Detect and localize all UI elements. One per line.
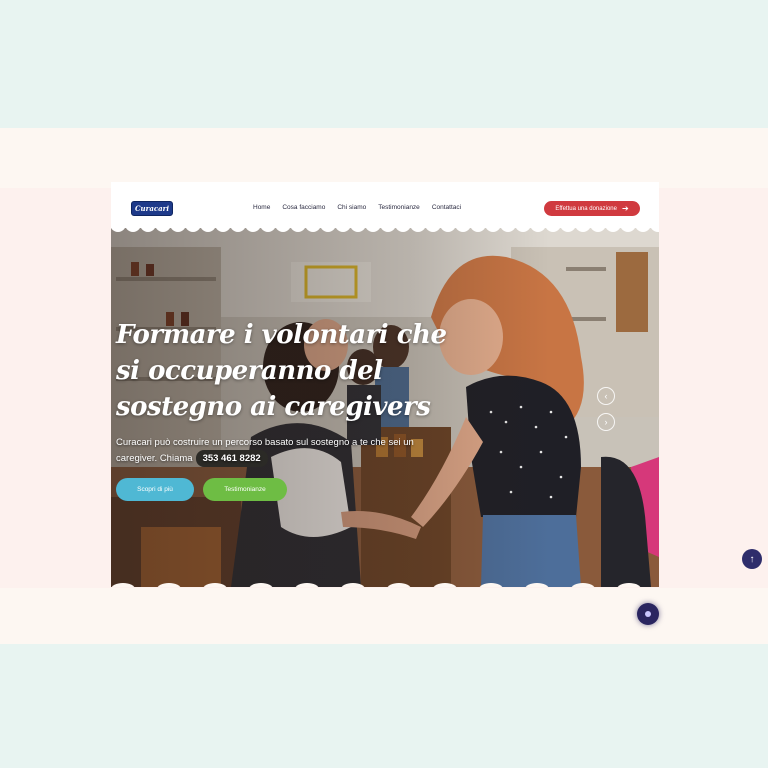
arrow-right-icon: ➔ — [621, 203, 629, 213]
chat-indicator — [645, 611, 651, 617]
page-background-top — [0, 0, 768, 128]
arrow-up-icon[interactable]: ↑ — [742, 549, 762, 569]
nav-contattaci[interactable]: Contattaci — [432, 204, 461, 211]
chat-bubble-icon[interactable] — [637, 603, 659, 625]
nav-testimonianze[interactable]: Testimonianze — [378, 204, 420, 211]
header-scallop-edge — [111, 220, 659, 232]
hero-subtext: Curacari può costruire un percorso basat… — [116, 435, 436, 467]
chevron-left-icon[interactable]: ‹ — [597, 387, 615, 405]
donate-label: Effettua una donazione — [555, 205, 617, 212]
website-preview: Curacari Home Cosa facciamo Chi siamo Te… — [111, 182, 659, 587]
hero-bottom-scallop-edge — [111, 583, 641, 587]
page-background-bottom — [0, 644, 768, 768]
hero-headline: Formare i volontari che si occuperanno d… — [116, 320, 447, 422]
testimonials-button[interactable]: Testimonianze — [203, 478, 287, 501]
nav-home[interactable]: Home — [253, 204, 270, 211]
chevron-right-icon[interactable]: › — [597, 413, 615, 431]
nav-chi-siamo[interactable]: Chi siamo — [337, 204, 366, 211]
nav-cosa-facciamo[interactable]: Cosa facciamo — [282, 204, 325, 211]
donate-button[interactable]: Effettua una donazione ➔ — [544, 201, 640, 216]
main-nav: Home Cosa facciamo Chi siamo Testimonian… — [253, 204, 473, 211]
discover-more-button[interactable]: Scopri di più — [116, 478, 194, 501]
phone-number[interactable]: 353 461 8282 — [195, 450, 268, 467]
hero-slider: Formare i volontari che si occuperanno d… — [111, 227, 659, 587]
site-logo[interactable]: Curacari — [131, 201, 173, 216]
